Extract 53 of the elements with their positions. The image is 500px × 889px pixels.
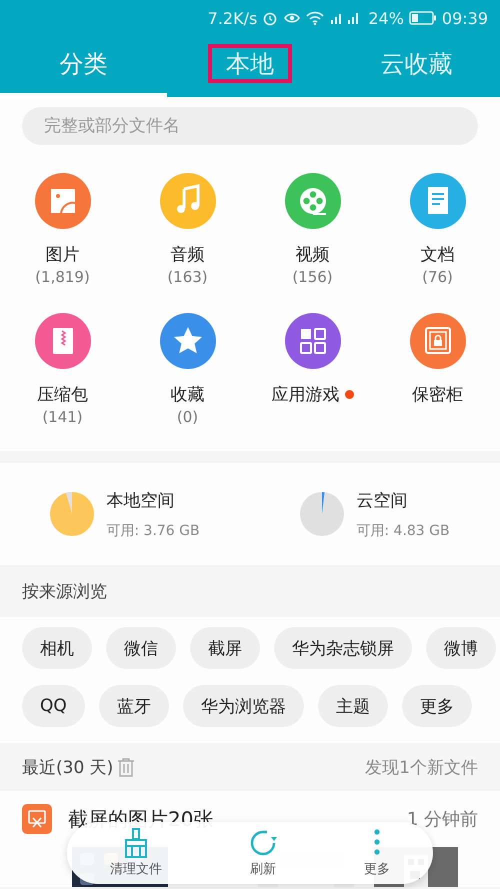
broom-icon [123,828,149,858]
category-label: 应用游戏 [272,384,340,406]
grid-icon[interactable] [284,313,340,369]
category-label: 保密柜 [412,384,463,406]
toolbar-button[interactable]: 刷新 [242,828,284,878]
alarm-icon [262,10,278,26]
screenshot-icon [22,804,52,834]
music-note-icon[interactable] [160,173,216,229]
zip-file-icon[interactable] [34,313,90,369]
category-label: 视频 [296,244,330,266]
toolbar-button[interactable]: 更多 [358,828,396,878]
category-label: 收藏 [170,384,204,406]
category-label: 压缩包 [37,384,88,406]
storage-title: 云空间 [356,490,408,512]
section-title: 最近(30 天) [22,756,114,778]
network-speed: 7.2K/s [208,8,258,28]
available-space: 可用: 4.83 GB [356,522,450,540]
safe-icon[interactable] [410,313,466,369]
trash-icon[interactable] [117,757,136,777]
source-chip[interactable]: 蓝牙 [98,685,169,727]
film-reel-icon[interactable] [284,173,340,229]
battery-icon [408,11,437,25]
source-chip[interactable]: 相机 [22,627,92,669]
category-label: 音频 [170,244,204,266]
available-space: 可用: 3.76 GB [106,522,200,540]
wifi-icon [306,10,324,26]
file-count: (163) [167,268,208,286]
battery-percent: 24% [368,8,404,28]
section-title: 按来源浏览 [22,580,107,602]
file-count: (76) [422,268,453,286]
category-label: 文档 [420,244,454,266]
file-count: (1,819) [35,268,90,286]
image-icon[interactable] [34,173,90,229]
source-chip[interactable]: 华为杂志锁屏 [274,627,412,669]
storage-title: 本地空间 [106,490,176,512]
category-label: 图片 [46,244,80,266]
pie-icon [300,492,344,536]
search-field[interactable]: 完整或部分文件名 [22,107,478,145]
source-chip[interactable]: 截屏 [190,627,260,669]
item-time: 1 分钟前 [406,808,478,831]
source-chip[interactable]: 主题 [318,685,388,727]
source-chip[interactable]: QQ [22,685,85,727]
source-chip[interactable]: 微博 [426,627,496,669]
refresh-icon [248,828,278,858]
source-chip[interactable]: 更多 [402,685,472,727]
pie-icon [50,492,94,536]
document-icon[interactable] [410,173,466,229]
file-count: (156) [292,268,333,286]
file-count: (141) [42,408,83,426]
file-count: (0) [176,408,198,426]
source-chip[interactable]: 华为浏览器 [182,685,304,727]
source-chip[interactable]: 微信 [106,627,176,669]
clock: 09:39 [442,8,488,28]
